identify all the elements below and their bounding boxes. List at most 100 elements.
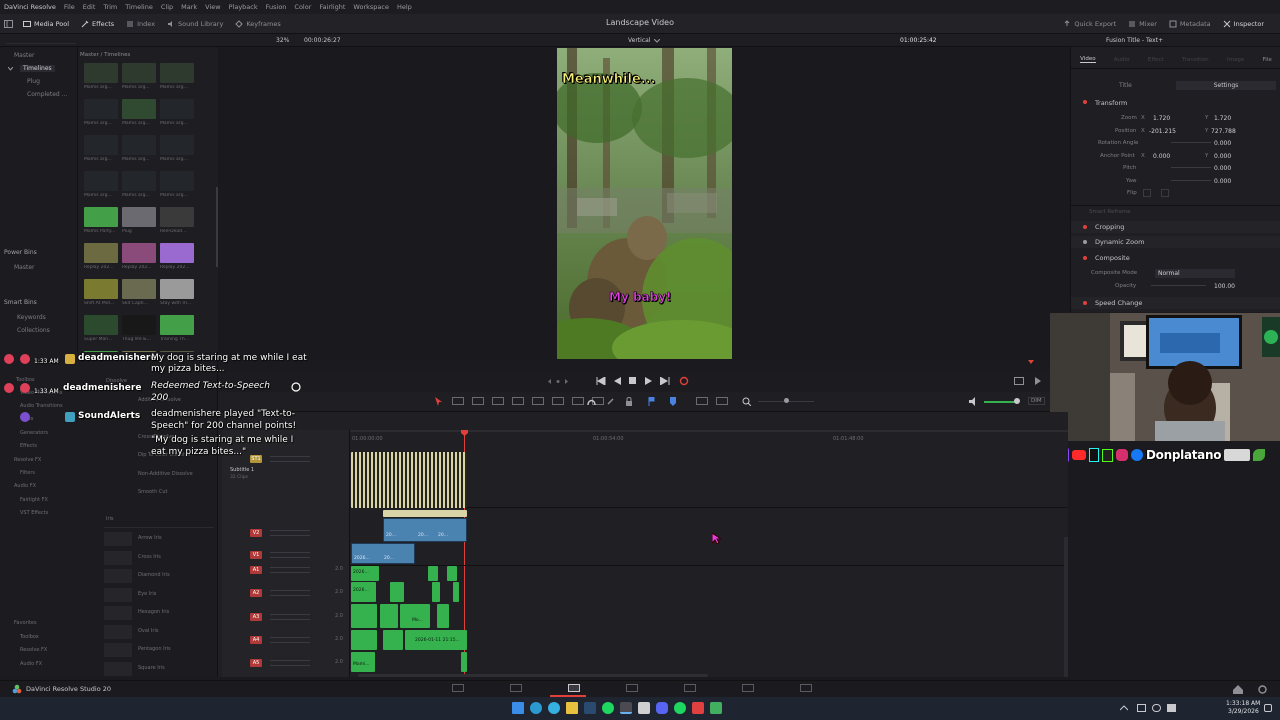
track-controls[interactable] [270,552,310,558]
composite-header[interactable]: Composite [1095,254,1130,262]
menu-timeline[interactable]: Timeline [125,3,153,11]
app-icon[interactable] [638,702,650,714]
cropping-enabled-dot[interactable] [1083,225,1087,229]
volume-tray-icon[interactable] [1167,704,1176,712]
media-pool-button[interactable]: Media Pool [17,14,75,34]
keyframes-button[interactable]: Keyframes [229,14,286,34]
power-bin-master[interactable]: Master [14,264,35,271]
fx-audio-transitions[interactable]: Audio Transitions [20,403,63,409]
opacity-slider[interactable] [1151,285,1206,286]
fullscreen-icon[interactable] [1014,377,1024,385]
media-thumb[interactable] [122,279,156,299]
master-volume-handle[interactable] [1014,398,1020,404]
network-icon[interactable] [1152,704,1161,712]
zoom-y-value[interactable]: 1.720 [1214,115,1231,122]
fairlight-page-icon[interactable] [742,684,754,692]
zoom-magnifier-icon[interactable] [742,397,751,406]
dissolve-item-nonadditive[interactable]: Non-Additive Dissolve [138,471,193,477]
v3-title-clip[interactable] [383,510,467,517]
opacity-value[interactable]: 100.00 [1214,283,1235,290]
zoom-level[interactable]: 32% [276,37,289,44]
media-thumb[interactable] [160,171,194,191]
a1-clip[interactable] [447,566,457,581]
cropping-header[interactable]: Cropping [1095,223,1124,231]
a5-clip[interactable]: Mami... [351,652,375,672]
media-thumb[interactable] [84,207,118,227]
iris-item[interactable]: Cross Iris [138,554,161,560]
viewer-menu-icon[interactable] [1034,377,1042,385]
iris-item[interactable]: Square Iris [138,665,165,671]
menu-help[interactable]: Help [397,3,412,11]
media-thumb[interactable] [122,243,156,263]
index-button[interactable]: Index [120,14,161,34]
trim-tool-icon[interactable] [452,397,464,405]
transform-enabled-dot[interactable] [1083,100,1087,104]
track-label[interactable]: A1 [250,566,262,574]
dim-button[interactable]: DIM [1028,397,1045,405]
anchor-y-value[interactable]: 0.000 [1214,153,1231,160]
fav-toolbox[interactable]: Toolbox [20,634,39,640]
recorder-icon[interactable] [692,702,704,714]
menu-workspace[interactable]: Workspace [353,3,389,11]
speed-change-dot[interactable] [1083,301,1087,305]
bin-completed[interactable]: Completed ... [27,91,67,98]
davinci-taskbar-icon[interactable] [620,702,632,714]
spotify-icon[interactable] [674,702,686,714]
iris-item[interactable]: Pentagon Iris [138,646,171,652]
media-thumb[interactable] [84,135,118,155]
fusion-page-icon[interactable] [626,684,638,692]
dynamic-zoom-header[interactable]: Dynamic Zoom [1095,238,1144,246]
track-label[interactable]: ST1 [250,455,262,463]
detail-zoom-icon[interactable] [716,397,728,405]
menu-playback[interactable]: Playback [229,3,258,11]
media-thumb[interactable] [122,99,156,119]
fav-resolve-fx[interactable]: Resolve FX [20,647,47,653]
track-label[interactable]: V2 [250,529,262,537]
windows-start-icon[interactable] [512,702,524,714]
play-reverse-icon[interactable] [614,377,622,385]
media-page-icon[interactable] [452,684,464,692]
deliver-page-icon[interactable] [800,684,812,692]
media-thumb[interactable] [84,243,118,263]
flag-icon[interactable] [648,397,655,406]
fx-filters[interactable]: Filters [20,470,35,476]
stop-icon[interactable] [629,377,637,385]
track-label[interactable]: A3 [250,613,262,621]
timeline-horizontal-scrollbar[interactable] [358,674,708,677]
track-label[interactable]: A4 [250,636,262,644]
composite-mode-select[interactable]: Normal [1155,268,1235,278]
tab-video[interactable]: Video [1080,56,1096,63]
bin-controls[interactable] [6,37,76,44]
dissolve-item-smooth-cut[interactable]: Smooth Cut [138,489,168,495]
track-label[interactable]: A5 [250,659,262,667]
media-thumb[interactable] [160,135,194,155]
pitch-value[interactable]: 0.000 [1214,165,1231,172]
edit-page-icon[interactable] [568,684,580,692]
track-controls[interactable] [270,530,310,536]
rotation-value[interactable]: 0.000 [1214,140,1231,147]
bin-plug[interactable]: Plug [27,78,40,85]
timeline-vertical-scrollbar[interactable] [1064,537,1068,677]
tab-image[interactable]: Image [1227,57,1244,63]
a1-clip[interactable]: 2026... [351,566,379,581]
a2-clip[interactable] [453,582,459,602]
fx-audio-fx[interactable]: Audio FX [14,483,36,489]
iris-item[interactable]: Oval Iris [138,628,158,634]
track-controls[interactable] [270,660,310,666]
anchor-x-value[interactable]: 0.000 [1153,153,1170,160]
a4-clip[interactable] [351,630,377,650]
jog-wheel-icon[interactable] [548,378,568,385]
a5-clip[interactable] [461,652,467,672]
a3-clip[interactable] [351,604,377,628]
media-thumb[interactable] [122,135,156,155]
replace-clip-icon[interactable] [552,397,564,405]
a1-clip[interactable] [428,566,438,581]
iris-item[interactable]: Eye Iris [138,591,156,597]
media-thumb[interactable] [122,315,156,335]
volume-icon[interactable] [969,397,979,406]
media-thumb[interactable] [160,243,194,263]
menu-trim[interactable]: Trim [103,3,117,11]
track-controls[interactable] [270,456,310,462]
play-icon[interactable] [645,377,653,385]
a4-clip[interactable] [383,630,403,650]
